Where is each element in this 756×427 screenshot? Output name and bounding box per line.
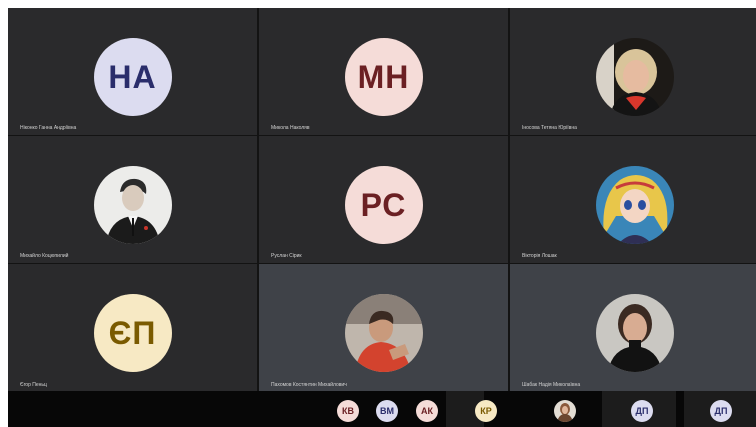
avatar-initials: МН	[357, 58, 410, 95]
strip-avatar[interactable]: АК	[416, 400, 438, 422]
strip-avatar[interactable]: КВ	[337, 400, 359, 422]
participant-name: Ніконко Ганна Андріївна	[20, 125, 77, 131]
avatar-initials: ЄП	[108, 314, 157, 351]
participant-name: Руслан Сірик	[271, 253, 302, 259]
man-red-shirt-photo-avatar	[344, 294, 423, 372]
participant-avatar: НА	[93, 38, 172, 116]
participant-avatar: РС	[344, 166, 423, 244]
woman-dark-hair-photo-avatar	[596, 294, 674, 372]
strip-avatar[interactable]: ВМ	[376, 400, 398, 422]
participant-name: Вікторія Лошак	[522, 253, 557, 259]
avatar-initials: КР	[480, 406, 492, 416]
avatar-initials: ВМ	[380, 406, 394, 416]
participant-name: Шабак Надія Миколаївна	[522, 382, 581, 388]
participant-strip: КВ ВМ АК КР ДП ДП	[8, 391, 756, 427]
participant-tile[interactable]: Іносова Тетяна Юріївна	[510, 8, 756, 135]
small-photo-avatar[interactable]	[554, 400, 576, 422]
man-in-suit-photo-avatar	[93, 166, 172, 244]
anime-illustration-avatar	[596, 166, 674, 244]
video-call-stage: НА Ніконко Ганна Андріївна МН Микола Нак…	[8, 8, 756, 427]
strip-avatar[interactable]: КР	[475, 400, 497, 422]
avatar-initials: АК	[421, 406, 433, 416]
participant-avatar: МН	[344, 38, 423, 116]
participant-name: Пахомов Костянтин Михайлович	[271, 382, 347, 388]
participant-tile-active[interactable]: Пахомов Костянтин Михайлович	[259, 264, 508, 392]
woman-photo-avatar	[596, 38, 674, 116]
strip-avatar[interactable]: ДП	[710, 400, 732, 422]
avatar-initials: ДП	[635, 406, 649, 416]
avatar-initials: НА	[108, 58, 157, 95]
participant-name: Іносова Тетяна Юріївна	[522, 125, 577, 131]
avatar-initials: КВ	[342, 406, 354, 416]
participant-name: Єгор Пеньц	[20, 382, 47, 388]
participant-tile[interactable]: ЄП Єгор Пеньц	[8, 264, 257, 392]
participant-grid: НА Ніконко Ганна Андріївна МН Микола Нак…	[8, 8, 756, 392]
avatar-initials: РС	[360, 186, 407, 223]
participant-tile[interactable]: РС Руслан Сірик	[259, 136, 508, 263]
participant-tile[interactable]: НА Ніконко Ганна Андріївна	[8, 8, 257, 135]
participant-tile[interactable]: Михайло Коцюпилий	[8, 136, 257, 263]
avatar-initials: ДП	[714, 406, 728, 416]
participant-tile[interactable]: Вікторія Лошак	[510, 136, 756, 263]
strip-avatar[interactable]: ДП	[631, 400, 653, 422]
participant-tile[interactable]: МН Микола Наколяв	[259, 8, 508, 135]
participant-name: Микола Наколяв	[271, 125, 310, 131]
participant-tile-active[interactable]: Шабак Надія Миколаївна	[510, 264, 756, 392]
participant-name: Михайло Коцюпилий	[20, 253, 69, 259]
participant-avatar: ЄП	[93, 294, 172, 372]
